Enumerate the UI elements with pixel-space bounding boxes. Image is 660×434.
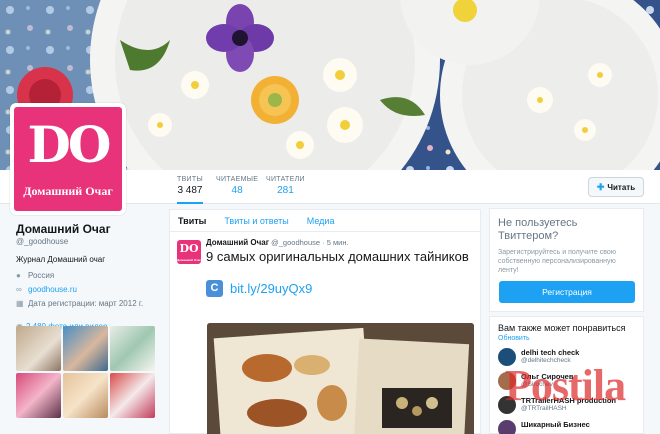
follow-button-label: Читать: [607, 182, 636, 192]
follow-button[interactable]: ✚ Читать: [588, 177, 644, 197]
who-to-follow-title: Вам также может понравиться: [498, 323, 626, 333]
photo-thumbnail[interactable]: [63, 373, 108, 418]
timeline-tabs: Твиты Твиты и ответы Медиа: [170, 210, 480, 232]
profile-website[interactable]: ∞ goodhouse.ru: [16, 285, 156, 294]
profile-bio: Журнал Домашний очаг: [16, 255, 106, 264]
stat-following[interactable]: ЧИТАЕМЫЕ 48: [216, 176, 258, 196]
signup-button[interactable]: Регистрация: [499, 281, 635, 303]
tab-tweets-replies[interactable]: Твиты и ответы: [224, 216, 288, 226]
avatar[interactable]: [498, 420, 516, 434]
suggestion-item[interactable]: Шикарный Бизнес: [498, 420, 635, 434]
tweet[interactable]: DO Домашний Очаг Домашний Очаг @_goodhous…: [170, 232, 480, 297]
profile-location: ● Россия: [16, 271, 156, 280]
stat-tweets-label: ТВИТЫ: [177, 176, 203, 183]
link-preview-icon: C: [206, 280, 223, 297]
stat-followers[interactable]: ЧИТАТЕЛИ 281: [266, 176, 305, 196]
tweet-avatar-letters: DO: [179, 242, 199, 255]
timeline: Твиты Твиты и ответы Медиа DO Домашний Оч…: [169, 209, 481, 434]
tab-media[interactable]: Медиа: [307, 216, 335, 226]
suggestion-name[interactable]: Ольг Сирочев: [521, 372, 573, 381]
suggestion-handle: @Sirochev: [521, 381, 553, 388]
suggestion-name[interactable]: delhi tech check: [521, 348, 579, 357]
tweet-avatar-text: Домашний Очаг: [177, 258, 201, 262]
tweet-link[interactable]: C bit.ly/29uyQx9: [206, 280, 472, 297]
avatar-logo-letters: DO: [27, 115, 112, 174]
signup-title: Не пользуетесь Твиттером?: [498, 217, 578, 242]
tweet-link-text[interactable]: bit.ly/29uyQx9: [230, 281, 312, 296]
avatar-logo-text: Домашний Очаг: [23, 184, 113, 198]
profile-joined: ▦ Дата регистрации: март 2012 г.: [16, 299, 156, 308]
profile-name[interactable]: Домашний Очаг: [16, 222, 156, 236]
suggestion-item[interactable]: TRTrailerHASH production @TRTrailHASH: [498, 396, 635, 414]
stat-following-label: ЧИТАЕМЫЕ: [216, 176, 259, 183]
avatar[interactable]: [498, 396, 516, 414]
photo-thumbnail[interactable]: [110, 326, 155, 371]
tweet-avatar[interactable]: DO Домашний Очаг: [177, 240, 201, 264]
add-user-icon: ✚: [596, 181, 605, 192]
link-icon: ∞: [16, 284, 22, 294]
avatar-logo: DO Домашний Очаг: [14, 107, 122, 211]
profile-card: Домашний Очаг @_goodhouse Журнал Домашни…: [16, 222, 156, 331]
photo-thumbnail[interactable]: [110, 373, 155, 418]
photo-thumbnail[interactable]: [16, 326, 61, 371]
suggestion-item[interactable]: delhi tech check @delhitechcheck: [498, 348, 635, 366]
calendar-icon: ▦: [16, 298, 24, 308]
tweet-time[interactable]: · 5 мин.: [322, 238, 348, 247]
suggestion-handle: @TRTrailHASH: [521, 405, 567, 412]
tweet-media-image[interactable]: [207, 323, 474, 434]
photo-thumbnail[interactable]: [16, 373, 61, 418]
refresh-link[interactable]: Обновить: [498, 335, 635, 342]
tweet-handle[interactable]: @_goodhouse: [271, 238, 320, 247]
profile-joined-text: Дата регистрации: март 2012 г.: [28, 299, 144, 308]
tweet-author[interactable]: Домашний Очаг: [206, 238, 269, 247]
tab-tweets[interactable]: Твиты: [178, 216, 206, 226]
stat-tweets-value: 3 487: [177, 185, 203, 196]
stat-followers-value: 281: [277, 185, 294, 196]
stat-tweets[interactable]: ТВИТЫ 3 487: [177, 176, 203, 204]
suggestion-item[interactable]: Ольг Сирочев @Sirochev: [498, 372, 635, 390]
stat-following-value: 48: [231, 185, 243, 196]
photo-thumbnail[interactable]: [63, 326, 108, 371]
profile-avatar[interactable]: DO Домашний Очаг: [10, 103, 126, 215]
signup-text: Зарегистрируйтесь и получите свою собств…: [498, 249, 616, 274]
suggestion-name[interactable]: Шикарный Бизнес: [521, 420, 590, 429]
stat-followers-label: ЧИТАТЕЛИ: [266, 176, 305, 183]
profile-website-link[interactable]: goodhouse.ru: [28, 285, 77, 294]
suggestion-name[interactable]: TRTrailerHASH production: [521, 396, 616, 405]
profile-location-text: Россия: [28, 271, 55, 280]
photo-grid: [16, 326, 156, 418]
avatar[interactable]: [498, 372, 516, 390]
avatar[interactable]: [498, 348, 516, 366]
profile-handle[interactable]: @_goodhouse: [16, 237, 156, 246]
location-pin-icon: ●: [16, 270, 21, 280]
suggestion-handle: @delhitechcheck: [521, 357, 571, 364]
tweet-header: Домашний Очаг @_goodhouse · 5 мин.: [206, 238, 472, 247]
signup-module: Не пользуетесь Твиттером? Зарегистрируйт…: [489, 208, 644, 312]
tweet-text: 9 самых оригинальных домашних тайников: [206, 249, 469, 264]
who-to-follow: Вам также может понравиться Обновить del…: [489, 316, 644, 434]
